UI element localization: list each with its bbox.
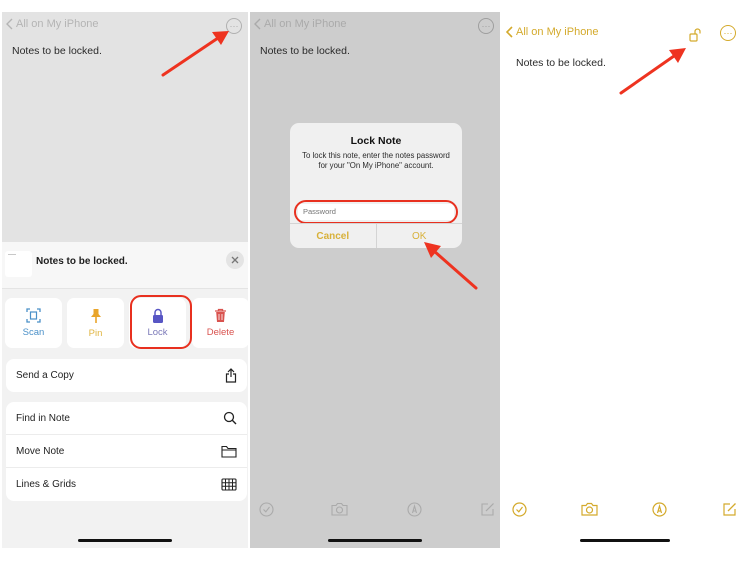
trash-icon [215, 308, 226, 322]
chevron-left-icon [506, 26, 513, 38]
bottom-toolbar [502, 500, 748, 518]
chevron-left-icon [6, 18, 13, 30]
camera-icon [580, 502, 598, 516]
back-label: All on My iPhone [16, 18, 99, 30]
lock-label: Lock [147, 327, 168, 338]
back-label: All on My iPhone [264, 18, 347, 30]
pin-button[interactable]: Pin [67, 298, 124, 348]
back-label: All on My iPhone [516, 26, 599, 38]
camera-button[interactable] [330, 500, 348, 518]
camera-button[interactable] [580, 500, 598, 518]
lock-icon [152, 308, 163, 323]
markup-button[interactable] [650, 500, 668, 518]
send-copy-label: Send a Copy [16, 370, 74, 381]
scan-button[interactable]: Scan [5, 298, 62, 348]
cancel-button[interactable]: Cancel [290, 224, 377, 248]
ellipsis-icon: ··· [723, 28, 733, 38]
action-sheet: Notes to be locked. Scan Pin Lock Delete [2, 242, 248, 548]
lines-grids-label: Lines & Grids [16, 479, 77, 490]
markup-icon [406, 501, 422, 517]
close-icon [231, 256, 239, 264]
compose-button[interactable] [720, 500, 738, 518]
markup-button[interactable] [405, 500, 423, 518]
note-body[interactable]: Notes to be locked. [516, 57, 606, 69]
checklist-icon [511, 501, 527, 517]
chevron-left-icon [254, 18, 261, 30]
back-button[interactable]: All on My iPhone [506, 26, 599, 38]
compose-icon [722, 502, 736, 516]
bottom-toolbar [250, 500, 500, 518]
camera-icon [330, 502, 348, 516]
delete-label: Delete [206, 327, 235, 338]
checklist-button[interactable] [257, 500, 275, 518]
unlocked-padlock-icon [689, 28, 701, 42]
delete-button[interactable]: Delete [192, 298, 248, 348]
scan-icon [26, 308, 41, 323]
menu-group: Find in Note Move Note Lines & Grids [6, 402, 247, 501]
pin-icon [90, 308, 101, 323]
dialog-buttons: Cancel OK [290, 223, 462, 248]
close-button[interactable] [226, 251, 244, 269]
step1-panel: All on My iPhone ··· Notes to be locked.… [2, 12, 248, 548]
ellipsis-icon: ··· [481, 21, 491, 31]
lines-grids-item[interactable]: Lines & Grids [6, 468, 247, 501]
more-button[interactable]: ··· [720, 25, 736, 41]
note-body: Notes to be locked. [260, 45, 350, 57]
sheet-header: Notes to be locked. [2, 242, 248, 289]
markup-icon [651, 501, 667, 517]
sheet-note-title: Notes to be locked. [36, 256, 128, 267]
nav-bar: All on My iPhone ··· [2, 18, 248, 36]
home-indicator [328, 539, 422, 542]
ok-button[interactable]: OK [377, 224, 463, 248]
send-copy-item[interactable]: Send a Copy [6, 359, 247, 392]
step2-panel: All on My iPhone ··· Notes to be locked.… [250, 12, 500, 548]
home-indicator [580, 539, 670, 542]
lock-button[interactable]: Lock [129, 298, 186, 348]
nav-bar: All on My iPhone ··· [250, 18, 500, 36]
quick-actions: Scan Pin Lock Delete [5, 295, 248, 349]
password-input[interactable] [298, 204, 454, 220]
note-thumbnail [5, 251, 32, 277]
unlock-button[interactable] [689, 28, 703, 47]
compose-button[interactable] [478, 500, 496, 518]
home-indicator [78, 539, 172, 542]
share-icon [225, 368, 237, 383]
dialog-message: To lock this note, enter the notes passw… [302, 151, 450, 171]
compose-icon [480, 502, 494, 516]
ellipsis-icon: ··· [229, 21, 239, 31]
find-in-note-item[interactable]: Find in Note [6, 402, 247, 435]
more-button[interactable]: ··· [478, 18, 494, 34]
step3-panel: All on My iPhone ··· Notes to be locked. [502, 12, 748, 548]
send-copy-group: Send a Copy [6, 359, 247, 392]
dialog-title: Lock Note [350, 135, 402, 147]
grid-icon [221, 478, 237, 491]
note-body[interactable]: Notes to be locked. [12, 45, 102, 57]
pin-label: Pin [88, 327, 103, 339]
move-note-item[interactable]: Move Note [6, 435, 247, 468]
lock-note-dialog: Lock Note To lock this note, enter the n… [290, 123, 462, 248]
move-note-label: Move Note [16, 445, 65, 457]
scan-label: Scan [22, 327, 45, 338]
folder-icon [221, 445, 237, 458]
checklist-button[interactable] [510, 500, 528, 518]
back-button[interactable]: All on My iPhone [6, 18, 99, 30]
checklist-icon [258, 501, 274, 517]
back-button[interactable]: All on My iPhone [254, 18, 347, 30]
more-button[interactable]: ··· [226, 18, 242, 34]
find-in-note-label: Find in Note [16, 412, 70, 424]
search-icon [223, 411, 237, 425]
